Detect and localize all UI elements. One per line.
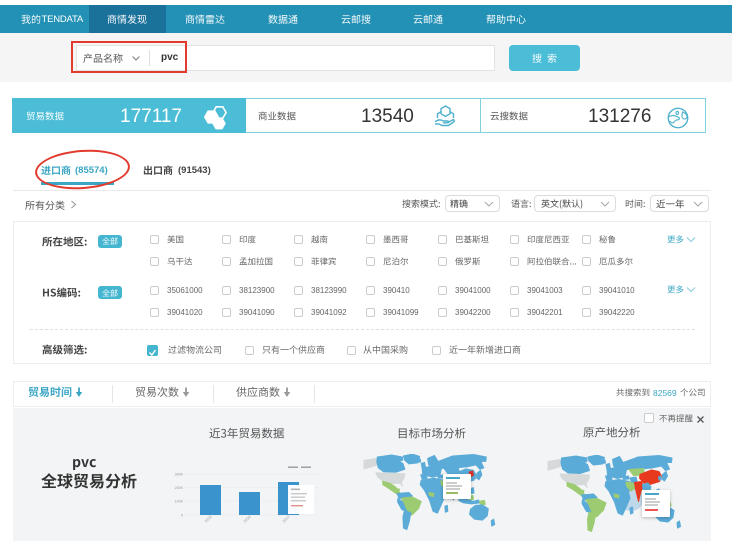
svg-text:200K: 200K (175, 486, 184, 490)
svg-text:300K: 300K (175, 472, 184, 476)
svg-text:2015: 2015 (204, 515, 213, 524)
svg-text:2016: 2016 (243, 515, 252, 524)
svg-text:100K: 100K (175, 499, 184, 503)
svg-text:0: 0 (181, 513, 183, 517)
svg-text:2017: 2017 (282, 515, 291, 524)
